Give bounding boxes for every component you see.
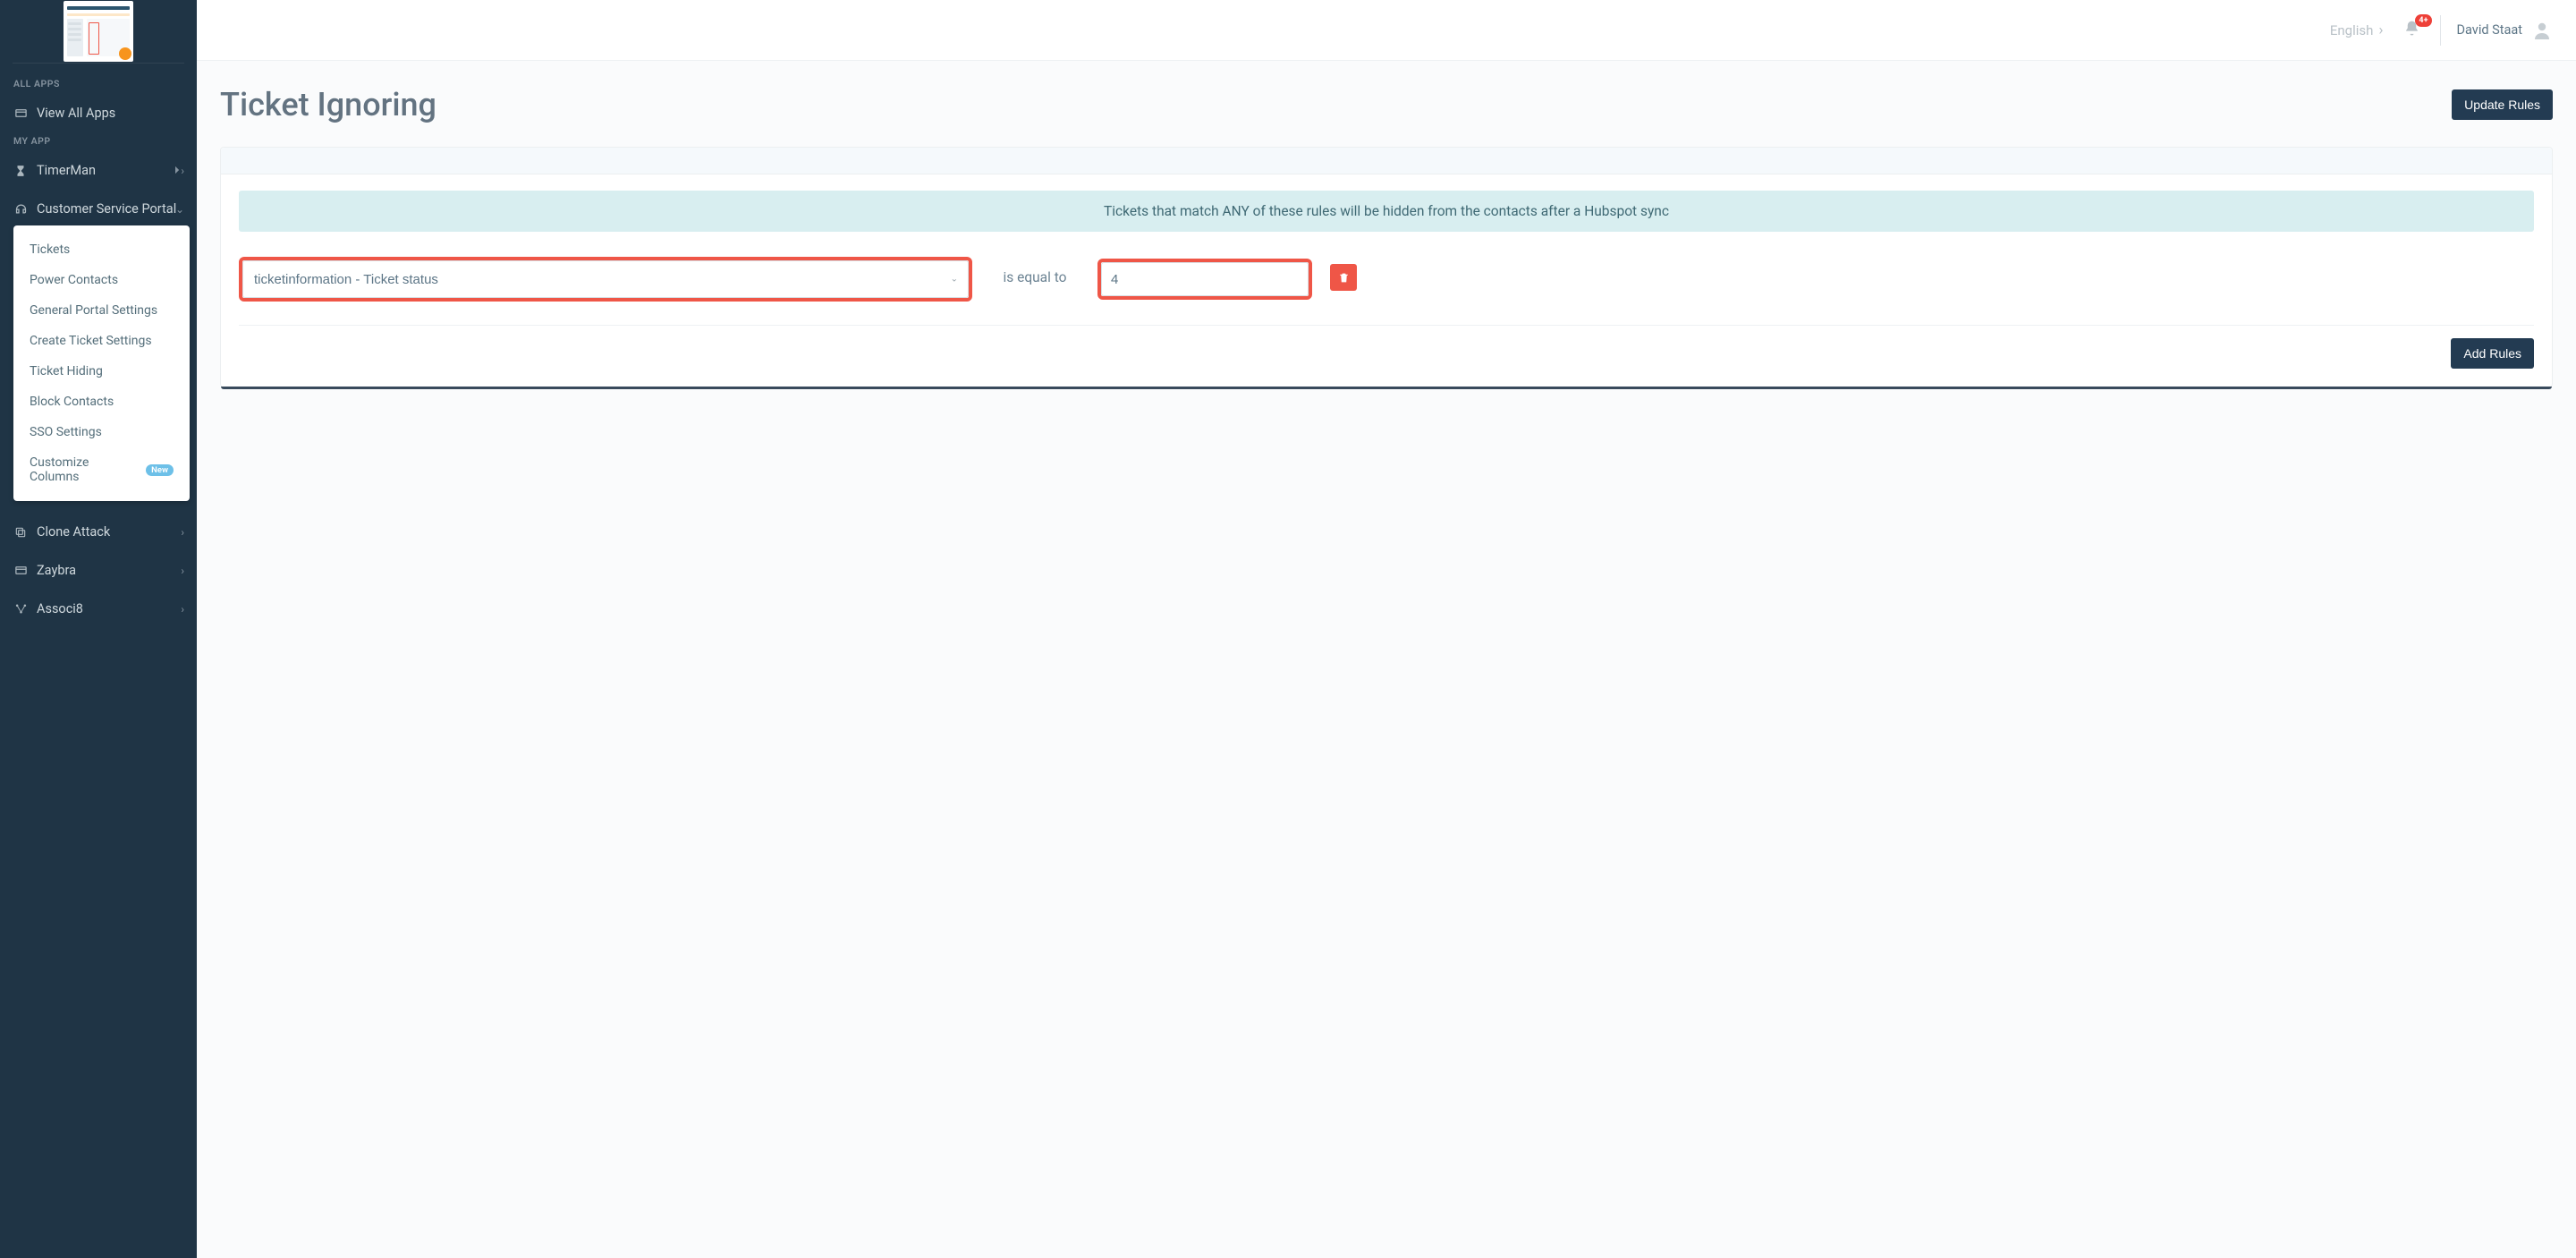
page-header: Ticket Ignoring Update Rules: [220, 86, 2553, 123]
sidebar-item-label: General Portal Settings: [30, 303, 157, 318]
sidebar-item-label: SSO Settings: [30, 425, 102, 439]
page-title: Ticket Ignoring: [220, 86, 436, 123]
user-menu[interactable]: David Staat: [2457, 20, 2554, 41]
avatar-icon: [2531, 20, 2553, 41]
sidebar-item-label: Clone Attack: [37, 524, 110, 540]
sidebar-item-clone-attack[interactable]: Clone Attack ›: [0, 515, 197, 548]
language-label: English: [2330, 22, 2374, 38]
chevron-right-icon: ›: [181, 565, 184, 577]
card-bottom-accent: [221, 387, 2552, 389]
sidebar: ALL APPS View All Apps MY APP TimerMan ›…: [0, 0, 197, 1258]
submenu-ticket-hiding[interactable]: Ticket Hiding: [13, 356, 190, 387]
headset-icon: [13, 202, 28, 217]
hourglass-icon: [13, 164, 28, 178]
sidebar-heading-all-apps: ALL APPS: [0, 72, 197, 97]
nodes-icon: [13, 602, 28, 616]
new-badge: New: [146, 464, 174, 476]
card-icon: [13, 564, 28, 578]
chevron-right-icon: ›: [181, 526, 184, 539]
submenu-sso-settings[interactable]: SSO Settings: [13, 417, 190, 447]
sidebar-item-zaybra[interactable]: Zaybra ›: [0, 554, 197, 587]
chevron-down-icon: ⌄: [175, 203, 184, 216]
sidebar-item-label: Power Contacts: [30, 273, 118, 287]
submenu-power-contacts[interactable]: Power Contacts: [13, 265, 190, 295]
sidebar-heading-my-app: MY APP: [0, 130, 197, 154]
notifications-button[interactable]: 4+: [2400, 16, 2424, 44]
chevron-right-icon: ›: [174, 165, 184, 177]
card-header-band: [221, 148, 2552, 174]
sidebar-item-label: Create Ticket Settings: [30, 334, 152, 348]
grid-icon: [13, 106, 28, 121]
divider: [13, 63, 184, 64]
info-banner: Tickets that match ANY of these rules wi…: [239, 191, 2534, 232]
sidebar-item-label: Ticket Hiding: [30, 364, 103, 378]
copy-icon: [13, 525, 28, 540]
rule-field-highlight: ticketinformation - Ticket status ⌄: [239, 257, 972, 302]
submenu-block-contacts[interactable]: Block Contacts: [13, 387, 190, 417]
language-selector[interactable]: English ›: [2330, 21, 2384, 39]
sidebar-item-customer-service-portal[interactable]: Customer Service Portal ⌄: [0, 192, 197, 225]
app-root: ALL APPS View All Apps MY APP TimerMan ›…: [0, 0, 2576, 1258]
submenu-general-portal-settings[interactable]: General Portal Settings: [13, 295, 190, 326]
rules-card: Tickets that match ANY of these rules wi…: [220, 147, 2553, 387]
sidebar-item-label: Customer Service Portal: [37, 201, 176, 217]
card-actions: Add Rules: [239, 338, 2534, 369]
chevron-right-icon: ›: [181, 603, 184, 616]
sidebar-item-label: Associ8: [37, 601, 83, 616]
view-all-apps-link[interactable]: View All Apps: [0, 97, 197, 130]
rule-row: ticketinformation - Ticket status ⌄ is e…: [239, 253, 2534, 326]
sidebar-item-label: Zaybra: [37, 563, 76, 578]
submenu-tickets[interactable]: Tickets: [13, 234, 190, 265]
add-rules-button[interactable]: Add Rules: [2451, 338, 2534, 369]
notification-badge: 4+: [2415, 14, 2431, 27]
main-area: English › 4+ David Staat Ticket Ignoring…: [197, 0, 2576, 1258]
rule-value-highlight: [1097, 259, 1312, 300]
rule-operator-label: is equal to: [990, 269, 1080, 289]
customer-service-submenu: Tickets Power Contacts General Portal Se…: [13, 225, 190, 501]
sidebar-item-label: Block Contacts: [30, 395, 114, 409]
sidebar-item-label: Customize Columns: [30, 455, 140, 484]
rule-field-select[interactable]: ticketinformation - Ticket status: [242, 260, 969, 298]
delete-rule-button[interactable]: [1330, 264, 1357, 291]
user-name: David Staat: [2457, 22, 2523, 38]
content: Ticket Ignoring Update Rules Tickets tha…: [197, 61, 2576, 1258]
chevron-right-icon: ›: [2378, 21, 2383, 39]
sidebar-item-label: Tickets: [30, 242, 70, 257]
logo-thumbnail: [64, 1, 133, 62]
rule-value-input[interactable]: [1101, 262, 1309, 296]
sidebar-item-associ8[interactable]: Associ8 ›: [0, 592, 197, 625]
submenu-create-ticket-settings[interactable]: Create Ticket Settings: [13, 326, 190, 356]
sidebar-item-label: TimerMan: [37, 163, 96, 178]
sidebar-item-timerman[interactable]: TimerMan ›: [0, 154, 197, 187]
divider: [2440, 15, 2441, 46]
submenu-customize-columns[interactable]: Customize Columns New: [13, 447, 190, 492]
update-rules-button[interactable]: Update Rules: [2452, 89, 2553, 120]
topbar: English › 4+ David Staat: [197, 0, 2576, 61]
sidebar-logo[interactable]: [0, 0, 197, 63]
trash-icon: [1338, 272, 1350, 284]
view-all-apps-label: View All Apps: [37, 106, 115, 121]
